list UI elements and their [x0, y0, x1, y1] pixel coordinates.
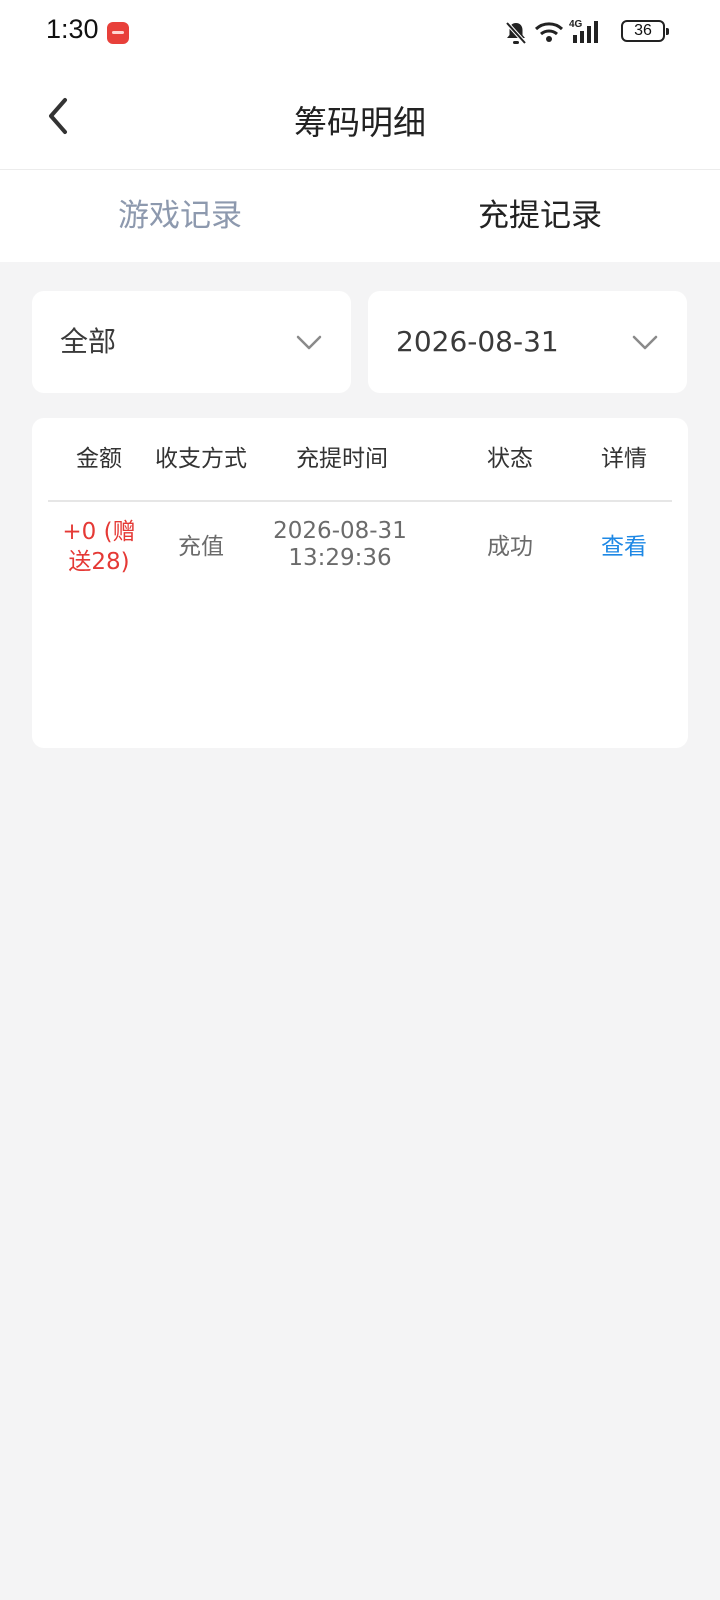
date-filter-dropdown[interactable]: 2026-08-31 [368, 291, 687, 393]
amount-cell: +0 (赠 送28) [54, 517, 144, 577]
status-bar: 1:30 4G 36 [0, 0, 720, 66]
view-detail-link[interactable]: 查看 [588, 532, 660, 562]
wifi-icon [534, 22, 564, 42]
column-header-amount: 金额 [76, 446, 122, 472]
status-cell: 成功 [487, 534, 533, 560]
table-header: 金额 收支方式 充提时间 状态 详情 [48, 418, 672, 502]
app-notification-icon [107, 22, 129, 44]
type-filter-value: 全部 [60, 325, 117, 358]
tab-game-records[interactable]: 游戏记录 [0, 170, 360, 262]
method-cell: 充值 [178, 534, 224, 560]
record-date: 2026-08-31 [273, 518, 407, 544]
bell-off-icon [505, 21, 527, 45]
header: 筹码明细 [0, 66, 720, 170]
records-table: 金额 收支方式 充提时间 状态 详情 +0 (赠 送28) 充值 2026-08… [32, 418, 688, 748]
page-title: 筹码明细 [294, 103, 426, 142]
column-header-method: 收支方式 [155, 446, 247, 472]
tab-bar: 游戏记录 充提记录 [0, 170, 720, 262]
column-header-time: 充提时间 [296, 446, 388, 472]
tab-deposit-withdraw-records[interactable]: 充提记录 [360, 170, 720, 262]
amount-line-2: 送28) [68, 549, 130, 575]
svg-text:4G: 4G [569, 19, 583, 30]
column-header-detail: 详情 [601, 446, 647, 472]
chevron-down-icon [296, 335, 322, 350]
amount-line-1: +0 (赠 [62, 519, 136, 545]
time-cell: 2026-08-31 13:29:36 [266, 518, 414, 572]
signal-4g-icon: 4G [569, 19, 598, 43]
status-time: 1:30 [46, 14, 99, 44]
chevron-down-icon [632, 335, 658, 350]
column-header-status: 状态 [487, 446, 533, 472]
type-filter-dropdown[interactable]: 全部 [32, 291, 351, 393]
battery-icon: 36 [621, 20, 669, 42]
record-time: 13:29:36 [288, 545, 392, 571]
date-filter-value: 2026-08-31 [396, 325, 559, 358]
